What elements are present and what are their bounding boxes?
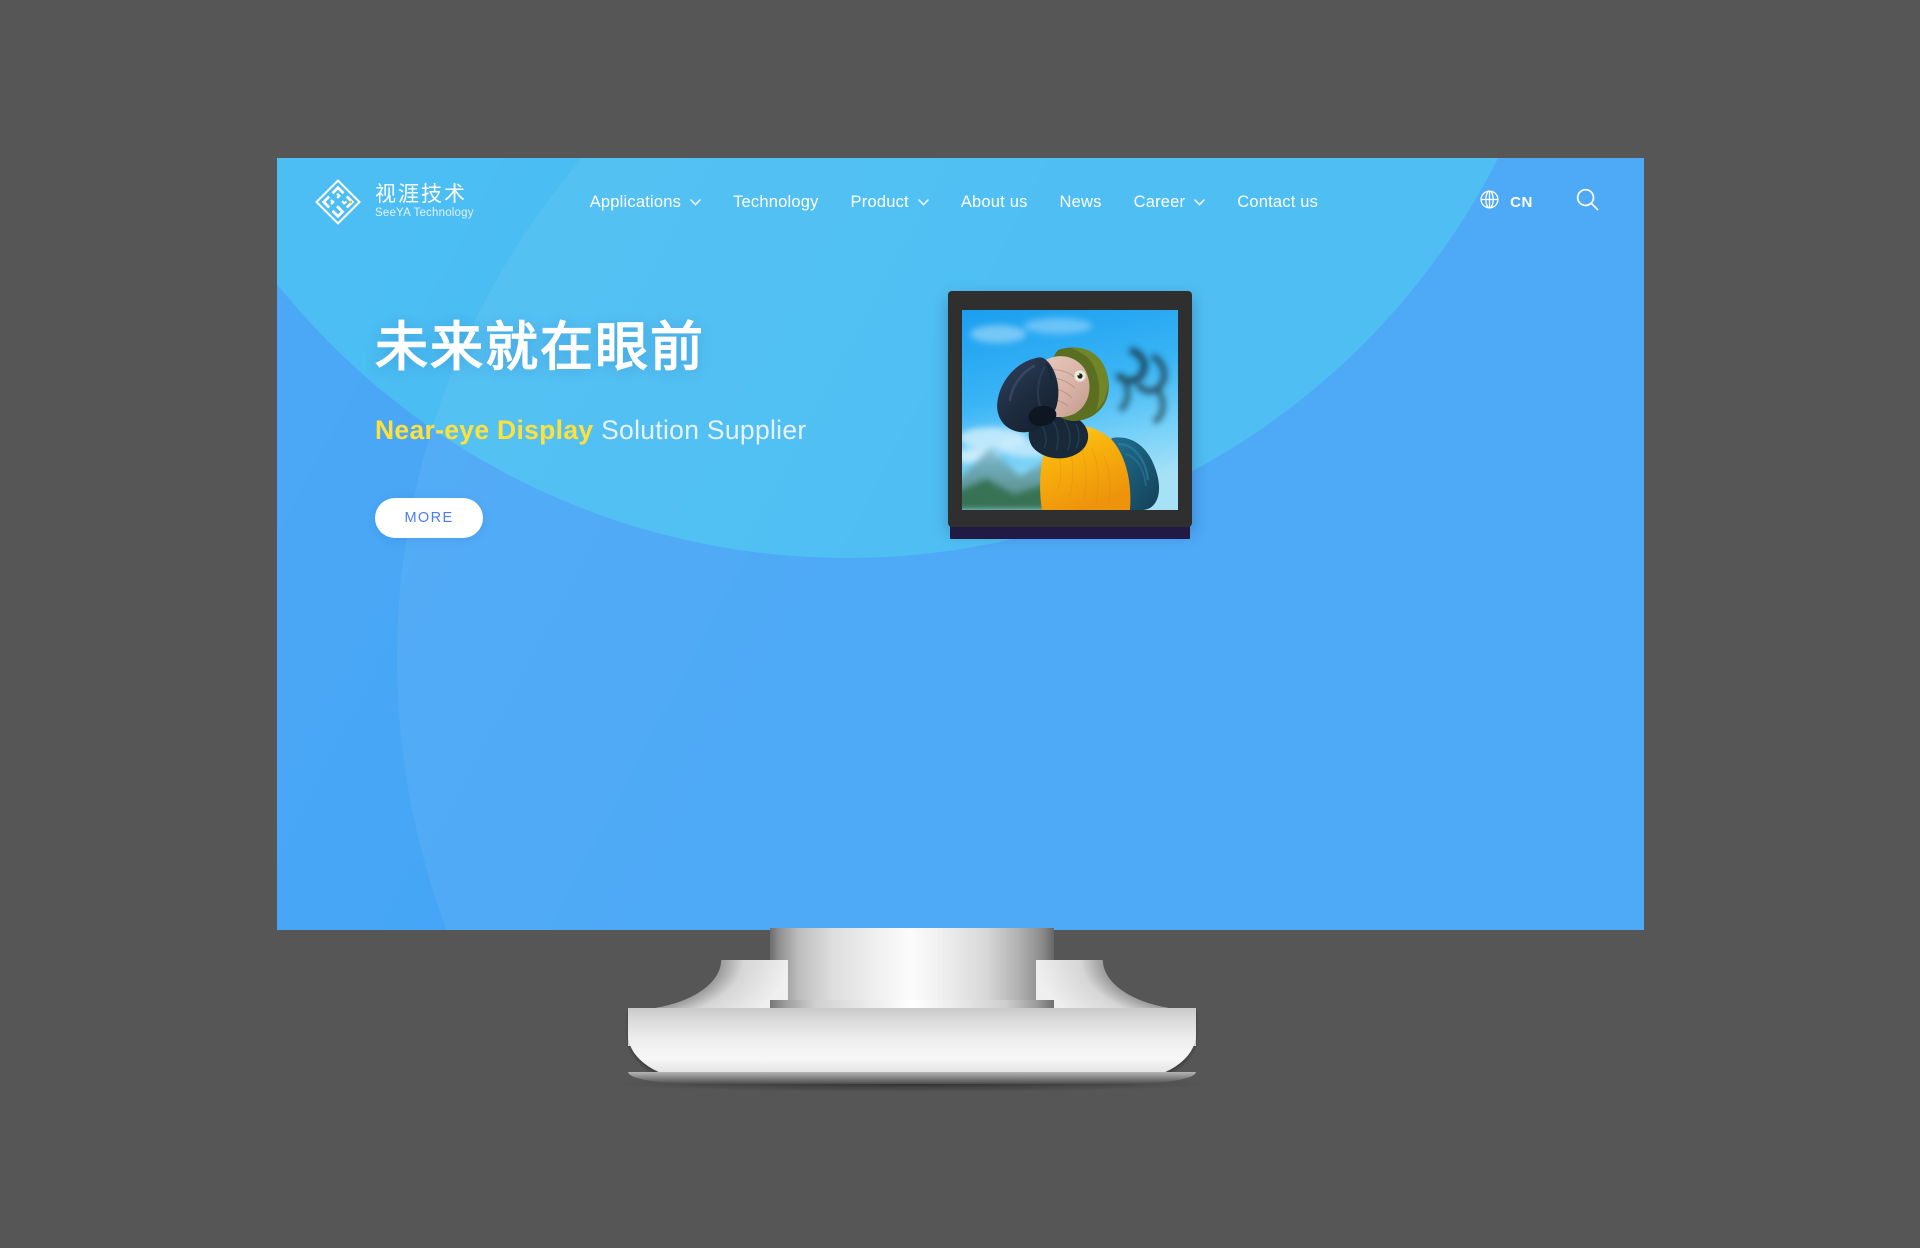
main-menu: Applications Technology Product About us — [574, 193, 1334, 212]
chevron-down-icon — [918, 198, 929, 206]
nav-item-contact-us[interactable]: Contact us — [1221, 193, 1334, 212]
seeya-maze-diamond-logo-icon — [315, 179, 361, 225]
nav-label-applications: Applications — [589, 192, 682, 211]
macaw-parrot-image — [962, 310, 1178, 510]
search-button[interactable] — [1575, 187, 1600, 217]
nav-label-about-us: About us — [960, 192, 1028, 211]
nav-item-applications[interactable]: Applications — [574, 193, 717, 212]
site-navbar: 视涯技术 SeeYA Technology Applications Techn… — [277, 158, 1644, 246]
desk-backdrop: 视涯技术 SeeYA Technology Applications Techn… — [0, 0, 1920, 1248]
brand-logo-link[interactable]: 视涯技术 SeeYA Technology — [315, 179, 474, 225]
hero-subheadline-accent: Near-eye Display — [375, 414, 594, 445]
brand-name-cn: 视涯技术 — [375, 183, 467, 207]
monitor-screen: 视涯技术 SeeYA Technology Applications Techn… — [277, 158, 1644, 930]
nav-item-news[interactable]: News — [1044, 193, 1118, 212]
product-display-module[interactable] — [948, 291, 1194, 561]
nav-item-technology[interactable]: Technology — [717, 193, 834, 212]
nav-label-product: Product — [850, 192, 909, 211]
hero-subheadline: Near-eye Display Solution Supplier — [375, 415, 807, 446]
nav-item-career[interactable]: Career — [1118, 193, 1222, 212]
nav-label-news: News — [1059, 192, 1102, 211]
nav-label-contact-us: Contact us — [1237, 192, 1319, 211]
hero-copy-block: 未来就在眼前 Near-eye Display Solution Supplie… — [375, 318, 807, 538]
more-button[interactable]: MORE — [375, 497, 483, 538]
monitor-stand-base — [628, 1008, 1196, 1080]
display-module-bezel — [948, 291, 1192, 527]
language-switcher[interactable]: CN — [1479, 189, 1533, 215]
hero-subheadline-rest: Solution Supplier — [593, 414, 807, 445]
nav-item-about-us[interactable]: About us — [945, 193, 1044, 212]
monitor-stand-base-rim — [628, 1072, 1196, 1084]
nav-label-career: Career — [1133, 192, 1186, 211]
chevron-down-icon — [690, 198, 701, 206]
search-icon — [1575, 188, 1600, 216]
brand-name-en: SeeYA Technology — [375, 207, 474, 220]
hero-headline: 未来就在眼前 — [375, 318, 705, 377]
chevron-down-icon — [1194, 198, 1205, 206]
display-module-screen — [962, 310, 1178, 510]
language-label: CN — [1510, 193, 1533, 211]
brand-text: 视涯技术 SeeYA Technology — [375, 184, 474, 220]
navbar-utilities: CN — [1479, 187, 1610, 217]
nav-label-technology: Technology — [733, 192, 819, 211]
nav-item-product[interactable]: Product — [835, 193, 945, 212]
globe-icon — [1479, 189, 1500, 215]
